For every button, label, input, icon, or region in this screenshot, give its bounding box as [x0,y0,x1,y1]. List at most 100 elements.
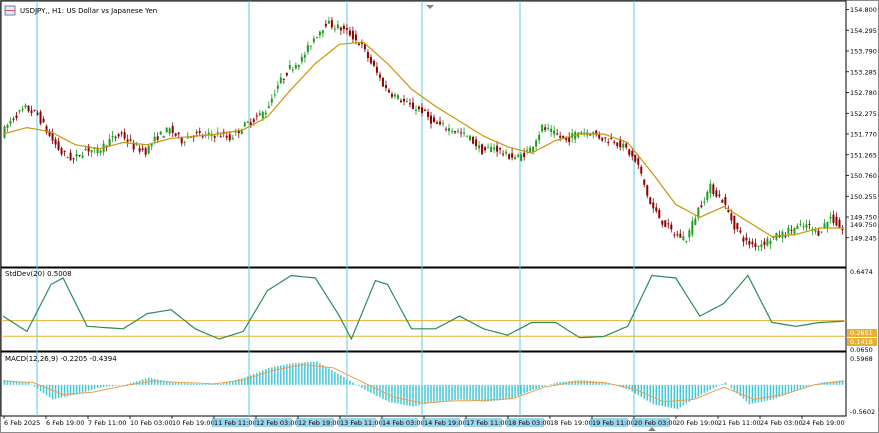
candle-body [99,150,102,153]
candle-body [556,133,559,135]
candle-body [84,149,87,151]
candle-body [592,132,595,134]
candle-body [264,112,267,115]
candle-body [420,107,423,113]
candle-body [111,136,114,138]
candle-body [472,136,475,144]
price-tick-label: 150.255 [850,193,877,201]
candle-body [493,147,496,150]
candle-body [252,119,255,122]
candle-body [90,150,93,153]
candle-body [315,37,318,39]
candle-body [781,231,784,238]
candle-body [153,136,156,142]
candle-body [583,132,586,134]
macd-axis-bottom: -0.5602 [850,408,875,416]
candle-body [523,152,526,157]
macd-label: MACD(12,26,9) -0.2205 -0.4394 [5,355,117,363]
candle-body [339,27,342,31]
candle-body [532,146,535,152]
candle-body [366,52,369,58]
candle-body [171,125,174,133]
candle-body [135,144,138,146]
candle-body [793,227,796,234]
candle-body [396,95,399,99]
candle-body [715,190,718,197]
price-tick-label: 153.790 [850,48,877,56]
candle-body [442,123,445,125]
candle-body [535,140,538,147]
time-tick-label: 17 Feb 11:00 [466,419,509,427]
candle-body [439,121,442,125]
price-tick-label: 150.760 [850,172,877,180]
candle-body [784,236,787,238]
candle-body [706,191,709,200]
candle-body [27,105,30,112]
candle-body [372,60,375,66]
candle-body [607,141,610,143]
candle-body [787,228,790,234]
candle-body [357,43,360,46]
candle-body [817,230,820,236]
time-tick-label: 6 Feb 19:00 [46,419,85,427]
candle-body [156,136,159,140]
candle-body [604,137,607,139]
candle-body [631,150,634,157]
candle-body [547,127,550,129]
candle-body [147,145,150,154]
candle-body [168,128,171,134]
candle-body [417,106,420,110]
candle-body [628,149,631,155]
candle-body [144,148,147,155]
candle-body [207,132,210,135]
candle-body [216,132,219,134]
candle-body [649,197,652,205]
chart-window[interactable]: USDJPY,, H1: US Dollar vs Japanese Yen S… [0,0,879,433]
candle-body [832,214,835,223]
candle-body [676,234,679,236]
candle-body [60,148,63,155]
stddev-level1-label: 0.2651 [850,329,873,337]
candle-body [679,233,682,238]
candle-body [369,56,372,64]
candle-body [402,99,405,102]
candle-body [601,137,604,141]
candle-body [165,127,168,133]
candle-body [12,118,15,120]
candle-body [652,202,655,209]
candle-body [664,220,667,228]
candle-body [342,25,345,30]
candle-body [826,221,829,229]
candle-body [201,136,204,138]
candle-body [81,155,84,158]
price-tick-label: 153.285 [850,68,877,76]
candle-body [114,136,117,138]
candle-body [399,100,402,103]
candle-body [448,128,451,132]
candle-body [321,30,324,34]
candle-body [517,155,520,157]
price-tick-label: 149.245 [850,234,877,242]
candle-body [835,216,838,226]
candle-body [496,145,499,152]
current-price-label: 149.750 [850,221,877,229]
candle-body [39,111,42,124]
candle-body [514,157,517,160]
candle-body [670,224,673,230]
candle-body [108,138,111,146]
candle-body [318,31,321,36]
time-tick-label: 19 Feb 11:00 [592,419,635,427]
candle-body [709,183,712,194]
candle-body [616,142,619,147]
candle-body [123,132,126,139]
candle-body [324,23,327,27]
time-tick-label: 18 Feb 19:00 [550,419,593,427]
candle-body [661,220,664,225]
candle-body [138,148,141,152]
candle-body [261,111,264,119]
candle-body [177,132,180,135]
candle-body [820,231,823,233]
candle-body [490,146,493,152]
candle-body [336,24,339,29]
candle-body [183,142,186,144]
